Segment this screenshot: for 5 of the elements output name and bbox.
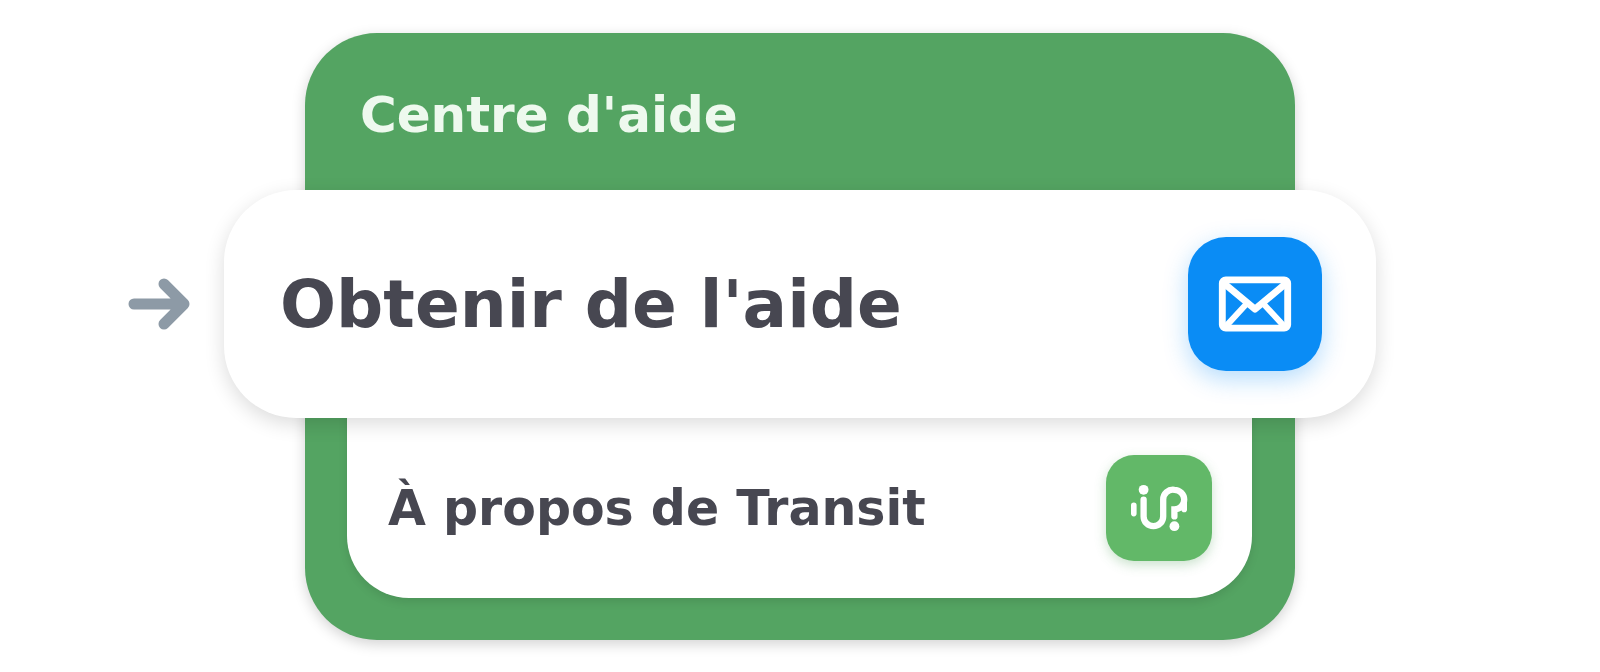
item-label: Obtenir de l'aide [280,265,902,343]
mail-icon [1188,237,1322,371]
item-label: À propos de Transit [388,479,926,537]
route-icon [1106,455,1212,561]
panel-title: Centre d'aide [359,85,739,146]
